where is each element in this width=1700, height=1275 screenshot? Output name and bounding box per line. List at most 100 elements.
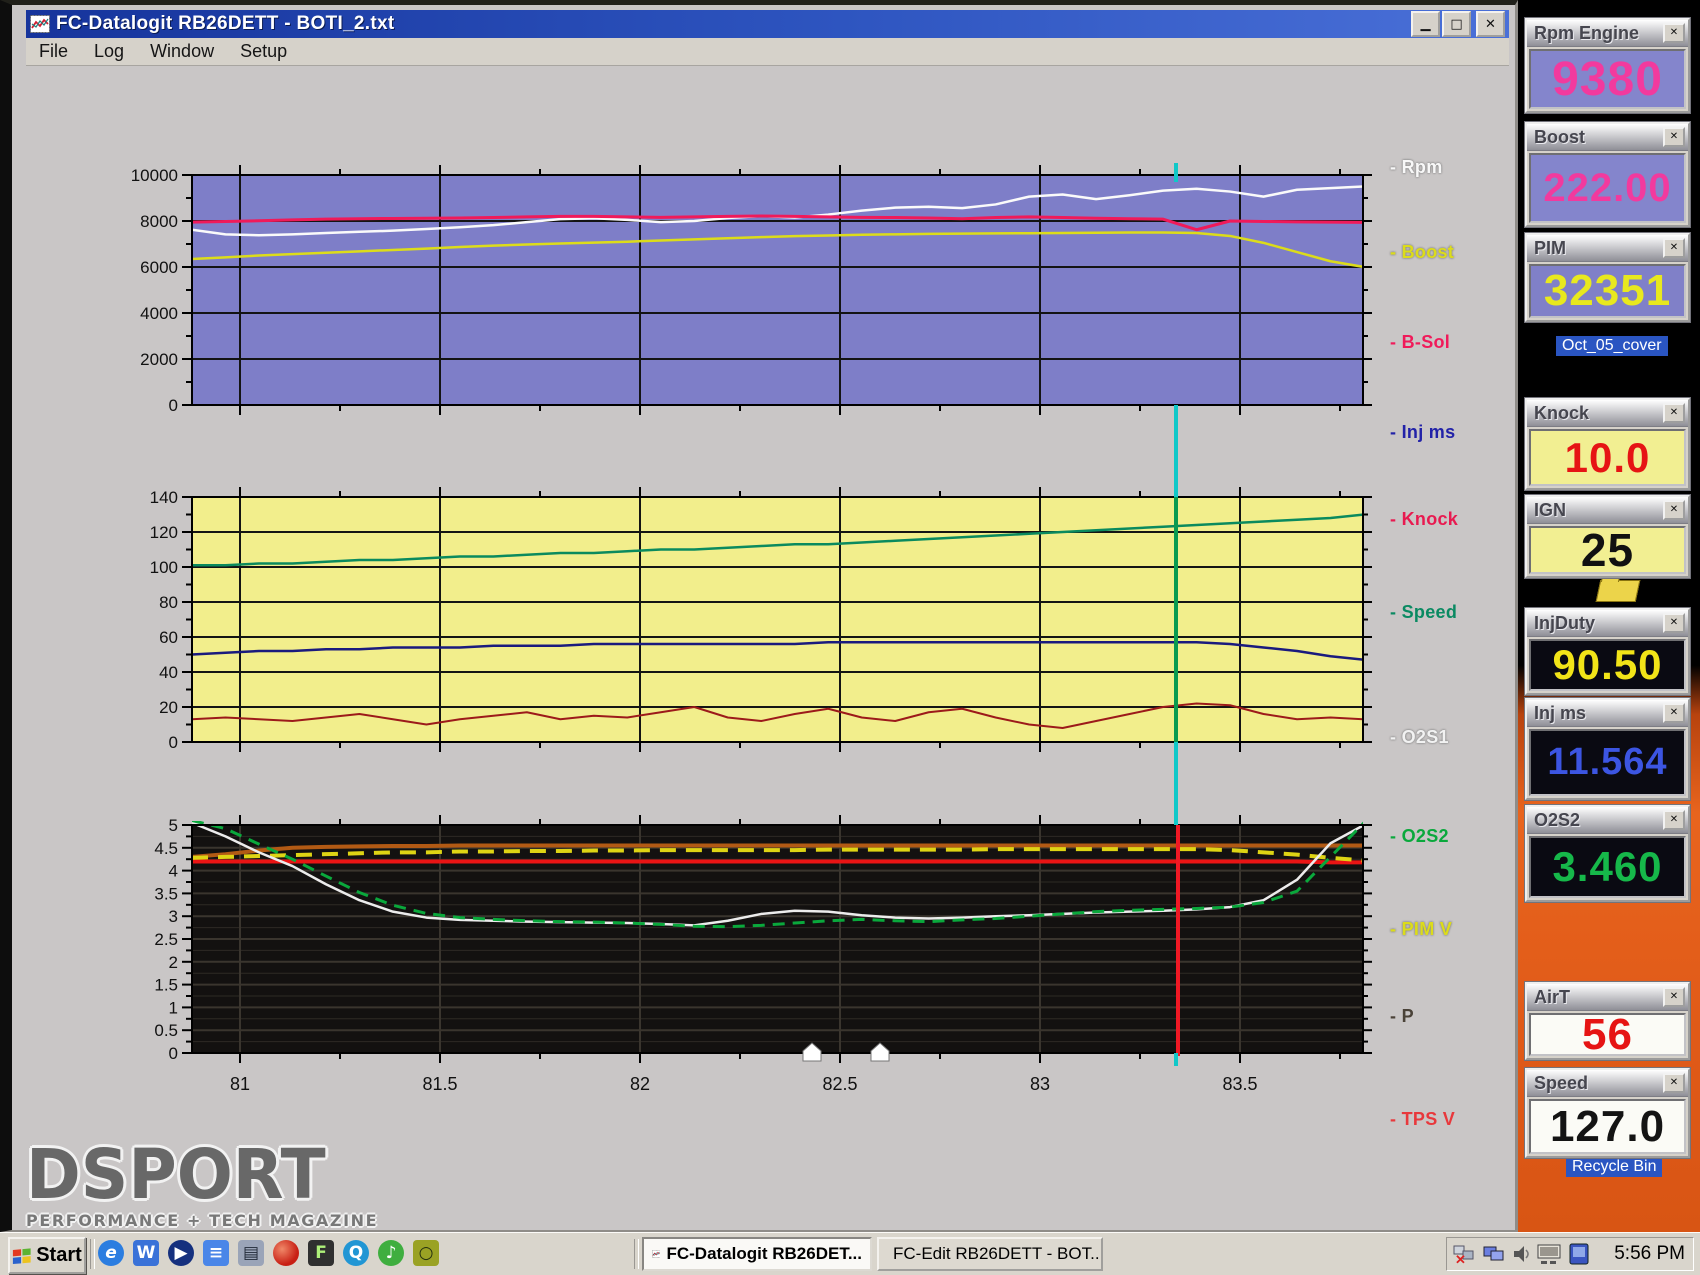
gauge-value: 11.564: [1529, 729, 1686, 796]
taskbar-button-fc-datalogit[interactable]: FC-Datalogit RB26DET...: [642, 1237, 872, 1271]
series-tps-v-line: [192, 861, 1364, 862]
gauge-title-label: Speed: [1534, 1073, 1663, 1094]
display-settings-icon[interactable]: [1536, 1243, 1562, 1265]
gauge-value: 127.0: [1529, 1099, 1686, 1154]
gauge-close-button[interactable]: ✕: [1663, 810, 1685, 830]
fc-chart-icon: [652, 1245, 660, 1263]
taskbar-button-label: FC-Datalogit RB26DET...: [666, 1244, 862, 1264]
gauge-titlebar[interactable]: IGN✕: [1527, 497, 1688, 524]
y-axis-tick-label: 8000: [140, 212, 178, 231]
volume-icon[interactable]: [1511, 1243, 1531, 1265]
y-axis-tick-label: 6000: [140, 258, 178, 277]
y-axis-tick-label: 4: [169, 862, 178, 881]
x-axis-tick-label: 82.5: [822, 1074, 857, 1094]
taskbar-button-fc-edit[interactable]: FC-Edit RB26DETT - BOT...: [877, 1237, 1103, 1271]
y-axis-tick-label: 0.5: [154, 1021, 178, 1040]
gauge-titlebar[interactable]: InjDuty✕: [1527, 610, 1688, 637]
gauge-titlebar[interactable]: O2S2✕: [1527, 807, 1688, 834]
gauge-title-label: Knock: [1534, 403, 1663, 424]
gauge-close-button[interactable]: ✕: [1663, 23, 1685, 43]
gauge-close-button[interactable]: ✕: [1663, 403, 1685, 423]
y-axis-tick-label: 140: [150, 488, 178, 507]
gauge-titlebar[interactable]: Knock✕: [1527, 400, 1688, 427]
y-axis-tick-label: 20: [159, 698, 178, 717]
y-axis-tick-label: 2: [169, 953, 178, 972]
gauge-close-button[interactable]: ✕: [1663, 703, 1685, 723]
calculator-icon[interactable]: ▤: [238, 1240, 264, 1266]
quicktime-icon[interactable]: Q: [343, 1240, 369, 1266]
system-tray: ✕ 5:56 PM: [1446, 1237, 1694, 1271]
y-axis-tick-label: 3.5: [154, 884, 178, 903]
dual-display-icon[interactable]: [1482, 1243, 1506, 1265]
y-axis-tick-label: 5: [169, 816, 178, 835]
y-axis-tick-label: 1: [169, 998, 178, 1017]
legend-inj-ms: - Inj ms: [1390, 422, 1455, 443]
gauge-inj-ms: Inj ms✕11.564: [1525, 698, 1690, 800]
notes-icon[interactable]: ≡: [203, 1240, 229, 1266]
gauge-close-button[interactable]: ✕: [1663, 987, 1685, 1007]
desktop-icon-recycle-bin[interactable]: Recycle Bin: [1566, 1157, 1662, 1177]
gauge-close-button[interactable]: ✕: [1663, 127, 1685, 147]
windows-update-icon[interactable]: W: [133, 1240, 159, 1266]
taskbar-divider[interactable]: [634, 1239, 639, 1269]
y-axis-tick-label: 0: [169, 733, 178, 752]
folder-icon[interactable]: [1596, 580, 1641, 602]
gauge-injduty: InjDuty✕90.50: [1525, 608, 1690, 695]
y-axis-tick-label: 0: [169, 396, 178, 415]
legend-o2s1: - O2S1: [1390, 727, 1449, 748]
gauge-value: 10.0: [1529, 429, 1686, 486]
x-axis-tick-label: 81: [230, 1074, 250, 1094]
powerdvd-icon[interactable]: [273, 1240, 299, 1266]
desktop-icon-oct-05-cover[interactable]: Oct_05_cover: [1556, 336, 1668, 356]
gauge-close-button[interactable]: ✕: [1663, 500, 1685, 520]
taskbar-divider[interactable]: [90, 1239, 95, 1269]
clock-icon[interactable]: ○: [413, 1240, 439, 1266]
gauge-titlebar[interactable]: Inj ms✕: [1527, 700, 1688, 727]
internet-explorer-icon[interactable]: e: [98, 1240, 124, 1266]
gauge-titlebar[interactable]: PIM✕: [1527, 235, 1688, 262]
network-offline-icon[interactable]: ✕: [1453, 1243, 1477, 1265]
gauge-titlebar[interactable]: Boost✕: [1527, 124, 1688, 151]
y-axis-tick-label: 100: [150, 558, 178, 577]
gauge-close-button[interactable]: ✕: [1663, 238, 1685, 258]
x-axis-tick-label: 83: [1030, 1074, 1050, 1094]
gauge-value: 25: [1529, 526, 1686, 574]
itunes-icon[interactable]: ♪: [378, 1240, 404, 1266]
gauge-value: 3.460: [1529, 836, 1686, 898]
y-axis-tick-label: 2000: [140, 350, 178, 369]
gauge-rpm-engine: Rpm Engine✕9380: [1525, 18, 1690, 113]
x-axis-tick-label: 81.5: [422, 1074, 457, 1094]
gauge-o2s2: O2S2✕3.460: [1525, 805, 1690, 902]
start-button[interactable]: Start: [8, 1237, 86, 1274]
legend-knock: - Knock: [1390, 509, 1458, 530]
x-axis-tick-label: 82: [630, 1074, 650, 1094]
gauge-titlebar[interactable]: Speed✕: [1527, 1070, 1688, 1097]
chart-panel-rpm-boost-bsol: 0200040006000800010000: [131, 165, 1372, 415]
chart-panel-voltages: 00.511.522.533.544.55: [154, 815, 1372, 1063]
legend-rpm: - Rpm: [1390, 157, 1443, 178]
y-axis-tick-label: 80: [159, 593, 178, 612]
gauge-titlebar[interactable]: AirT✕: [1527, 984, 1688, 1011]
f-secure-icon[interactable]: F: [308, 1240, 334, 1266]
legend-tps-v: - TPS V: [1390, 1109, 1455, 1130]
legend-o2s2: - O2S2: [1390, 826, 1449, 847]
gauge-value: 9380: [1529, 49, 1686, 109]
legend-pim-v: - PIM V: [1390, 919, 1452, 940]
gauge-title-label: O2S2: [1534, 810, 1663, 831]
chart-panel-speed-injms-knock: 020406080100120140: [150, 487, 1372, 752]
datalog-chart-area: 0200040006000800010000020406080100120140…: [0, 0, 1700, 1275]
legend-p: - P: [1390, 1006, 1414, 1027]
y-axis-tick-label: 40: [159, 663, 178, 682]
pda-sync-icon[interactable]: [1567, 1243, 1591, 1265]
dsport-logo-title: DSPORT: [26, 1141, 378, 1210]
gauge-value: 222.00: [1529, 153, 1686, 223]
gauge-close-button[interactable]: ✕: [1663, 1073, 1685, 1093]
gauge-title-label: IGN: [1534, 500, 1663, 521]
y-axis-tick-label: 4.5: [154, 839, 178, 858]
gauge-close-button[interactable]: ✕: [1663, 613, 1685, 633]
gauge-titlebar[interactable]: Rpm Engine✕: [1527, 20, 1688, 47]
media-player-icon[interactable]: ▶: [168, 1240, 194, 1266]
tray-clock[interactable]: 5:56 PM: [1614, 1243, 1687, 1265]
y-axis-tick-label: 4000: [140, 304, 178, 323]
y-axis-tick-label: 2.5: [154, 930, 178, 949]
